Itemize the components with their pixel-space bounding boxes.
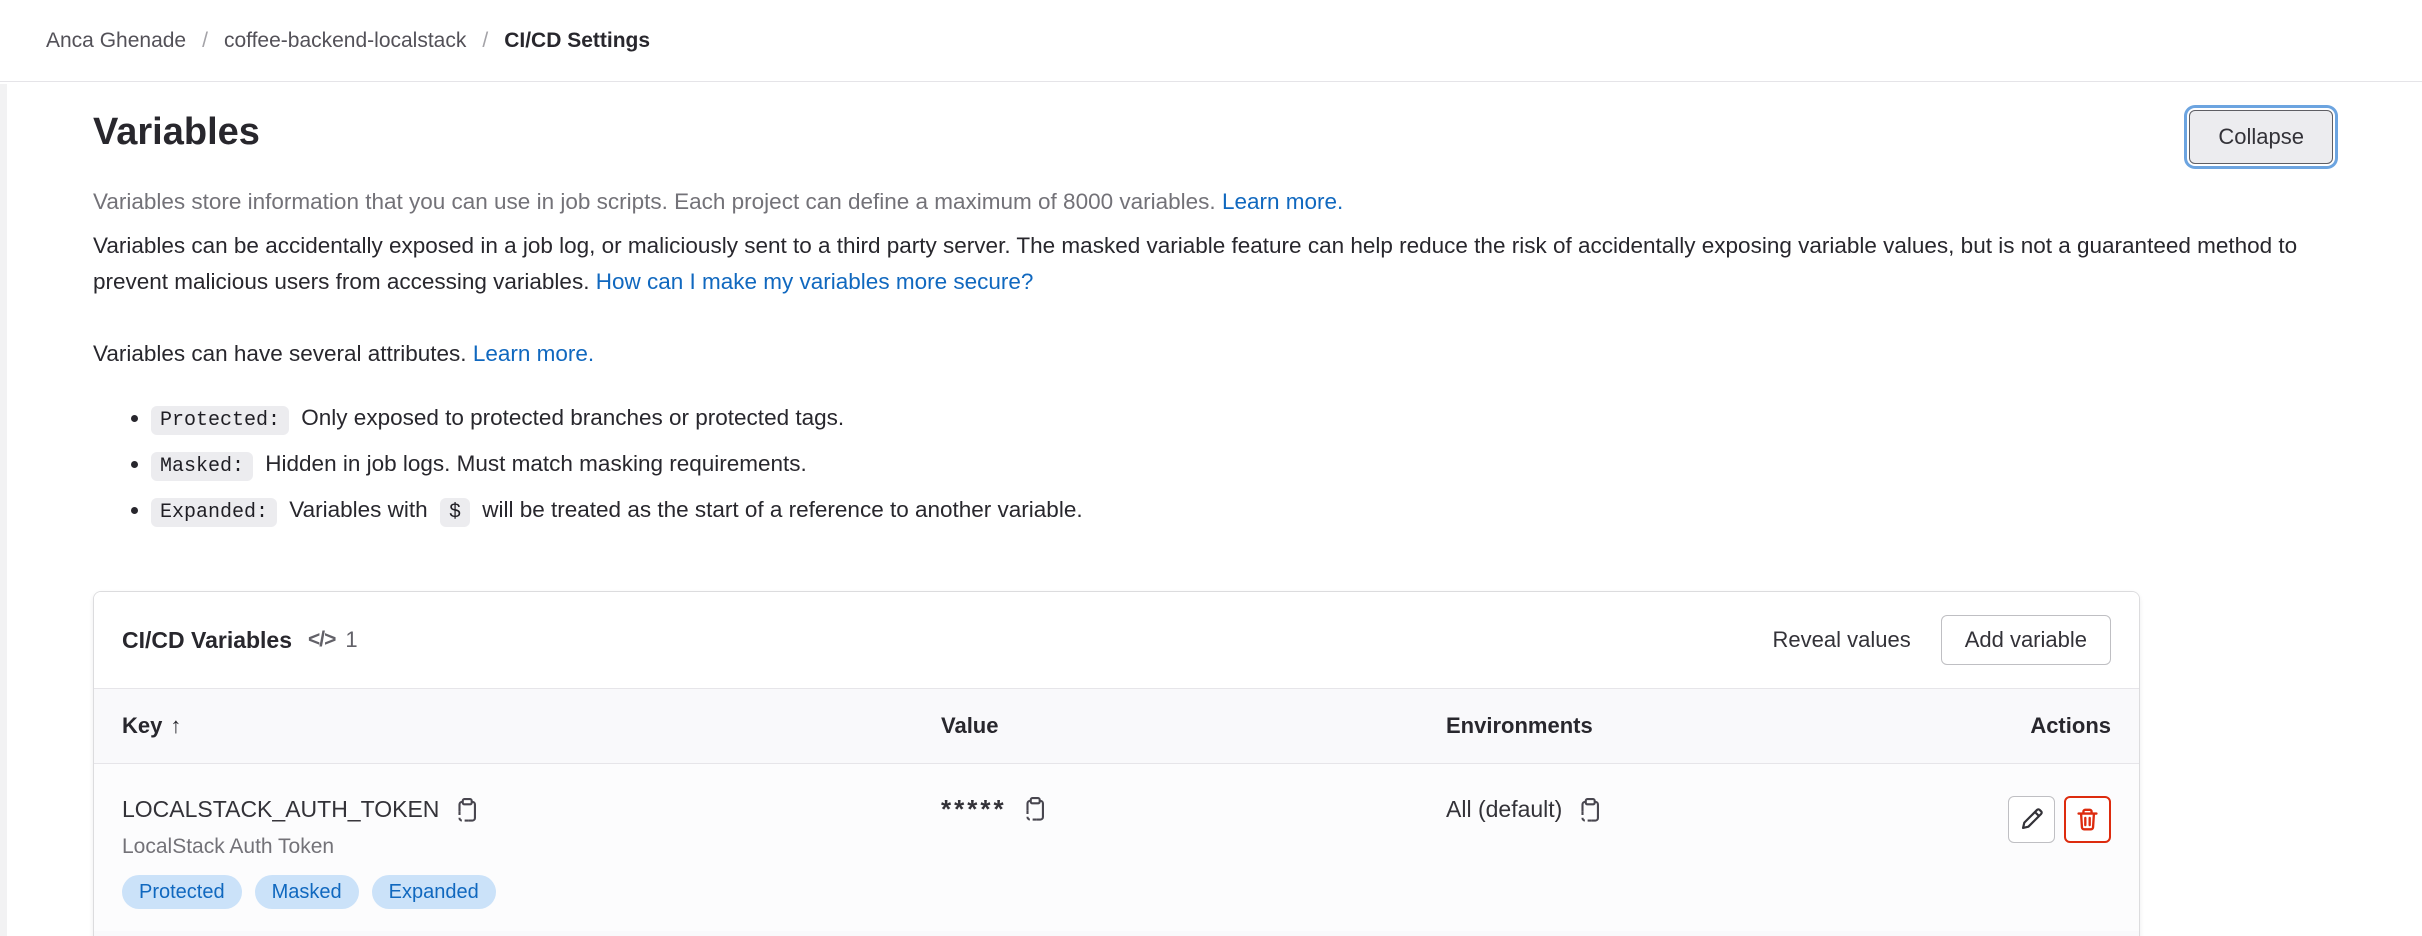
key-cell: LOCALSTACK_AUTH_TOKEN LocalStack Auth To… [122, 796, 941, 909]
protected-badge: Protected [122, 875, 242, 909]
masked-variable-value: ***** [941, 798, 1007, 821]
intro-paragraph-1: Variables store information that you can… [93, 184, 2333, 220]
variable-key: LOCALSTACK_AUTH_TOKEN [122, 796, 439, 823]
reveal-values-button[interactable]: Reveal values [1773, 627, 1911, 653]
expanded-term-text-after: will be treated as the start of a refere… [482, 497, 1082, 522]
expanded-term-chip: Expanded: [151, 498, 277, 527]
edit-variable-button[interactable] [2008, 796, 2055, 843]
masked-term-text: Hidden in job logs. Must match masking r… [265, 451, 807, 476]
variables-table-header: Key ↑ Value Environments Actions [94, 688, 2139, 764]
delete-variable-button[interactable] [2064, 796, 2111, 843]
breadcrumb-separator: / [482, 29, 488, 53]
cicd-variables-card-header: CI/CD Variables </> 1 Reveal values Add … [94, 592, 2139, 688]
attributes-paragraph: Variables can have several attributes. L… [93, 336, 2333, 372]
cicd-variables-card: CI/CD Variables </> 1 Reveal values Add … [93, 591, 2140, 936]
collapse-button[interactable]: Collapse [2189, 110, 2333, 164]
breadcrumb-item-namespace[interactable]: Anca Ghenade [46, 29, 186, 53]
column-header-actions: Actions [1951, 713, 2111, 739]
environment-scope: All (default) [1446, 796, 1562, 823]
intro-paragraph-2-text: Variables can be accidentally exposed in… [93, 233, 2297, 294]
page-title: Variables [93, 108, 260, 156]
expanded-badge: Expanded [372, 875, 496, 909]
intro-paragraph-2: Variables can be accidentally exposed in… [93, 228, 2333, 300]
attributes-list: Protected: Only exposed to protected bra… [93, 400, 2333, 531]
actions-cell [1951, 796, 2111, 909]
variables-secure-link[interactable]: How can I make my variables more secure? [596, 269, 1034, 294]
protected-term-text: Only exposed to protected branches or pr… [301, 405, 844, 430]
breadcrumb-item-current: CI/CD Settings [504, 29, 650, 53]
breadcrumb-separator: / [202, 29, 208, 53]
attribute-item-masked: Masked: Hidden in job logs. Must match m… [151, 446, 2333, 485]
code-icon: </> [308, 628, 335, 652]
intro-paragraph-1-text: Variables store information that you can… [93, 189, 1216, 214]
sort-ascending-icon[interactable]: ↑ [170, 713, 181, 738]
variable-table-row: LOCALSTACK_AUTH_TOKEN LocalStack Auth To… [94, 764, 2139, 931]
pencil-icon [2019, 807, 2044, 832]
card-title: CI/CD Variables [122, 627, 292, 654]
variable-description: LocalStack Auth Token [122, 835, 941, 859]
card-footer [94, 931, 2139, 936]
column-header-key-label: Key [122, 713, 162, 738]
clipboard-copy-icon [1021, 796, 1047, 822]
breadcrumb: Anca Ghenade / coffee-backend-localstack… [0, 0, 2422, 82]
variables-count: 1 [345, 627, 357, 653]
attribute-item-expanded: Expanded: Variables with $ will be treat… [151, 492, 2333, 531]
settings-variables-section: Variables Collapse Variables store infor… [0, 108, 2422, 936]
clipboard-copy-icon [1576, 797, 1602, 823]
column-header-key[interactable]: Key ↑ [122, 713, 941, 739]
attributes-learn-more-link[interactable]: Learn more. [473, 341, 594, 366]
environments-cell: All (default) [1446, 796, 1951, 909]
attributes-paragraph-text: Variables can have several attributes. [93, 341, 467, 366]
clipboard-copy-icon [453, 797, 479, 823]
copy-environment-button[interactable] [1576, 797, 1602, 823]
dollar-sign-chip: $ [440, 498, 470, 527]
masked-badge: Masked [255, 875, 359, 909]
page-left-edge [0, 84, 7, 936]
column-header-environments: Environments [1446, 713, 1951, 739]
attribute-item-protected: Protected: Only exposed to protected bra… [151, 400, 2333, 439]
trash-icon [2075, 807, 2100, 832]
learn-more-link[interactable]: Learn more. [1222, 189, 1343, 214]
copy-key-button[interactable] [453, 797, 479, 823]
column-header-value: Value [941, 713, 1446, 739]
expanded-term-text-before: Variables with [289, 497, 427, 522]
breadcrumb-item-project[interactable]: coffee-backend-localstack [224, 29, 466, 53]
masked-term-chip: Masked: [151, 452, 253, 481]
protected-term-chip: Protected: [151, 406, 289, 435]
copy-value-button[interactable] [1021, 796, 1047, 822]
variable-badges: Protected Masked Expanded [122, 875, 941, 909]
value-cell: ***** [941, 796, 1446, 909]
add-variable-button[interactable]: Add variable [1941, 615, 2111, 665]
